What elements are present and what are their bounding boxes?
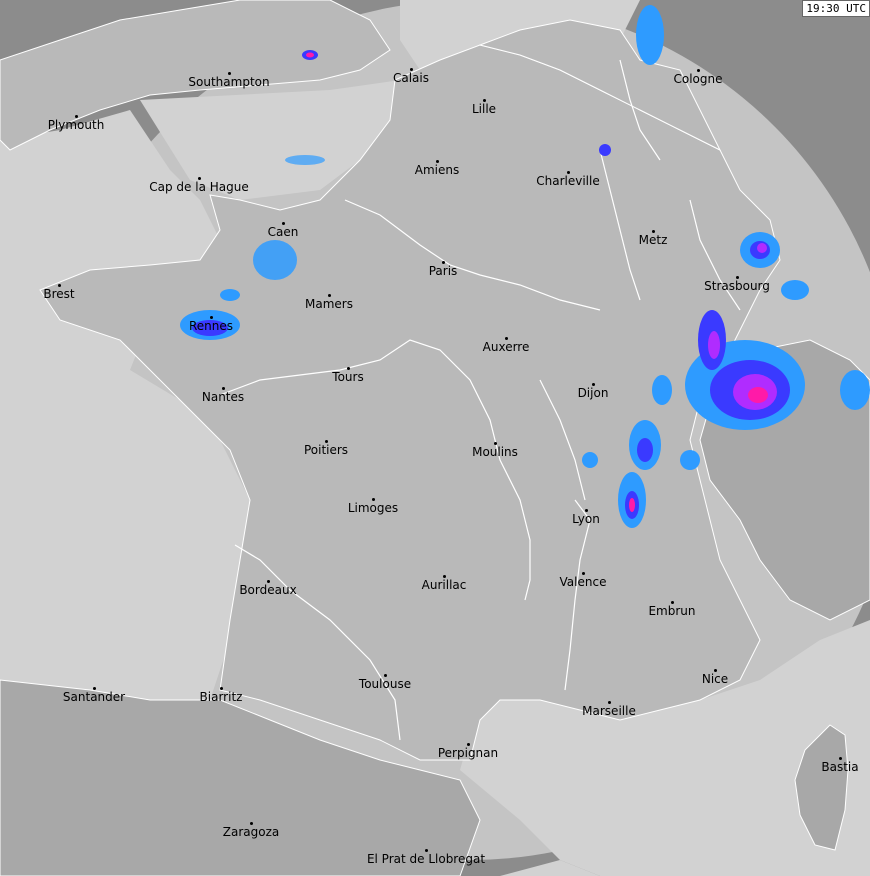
city-label: Paris [428,264,458,278]
city-label: Rennes [188,319,234,333]
city-label: Metz [638,233,668,247]
city-label: Cologne [673,72,723,86]
city-label: Caen [267,225,299,239]
city-label: Embrun [648,604,696,618]
city-label: Auxerre [482,340,530,354]
city-label: Perpignan [437,746,499,760]
city-label: Nice [701,672,729,686]
city-label: Limoges [347,501,399,515]
city-label: Valence [559,575,607,589]
city-label: Strasbourg [704,279,770,293]
city-label: Aurillac [421,578,467,592]
city-label: Dijon [577,386,609,400]
map-base [0,0,870,876]
city-label: Poitiers [303,443,349,457]
city-label: Mamers [305,297,353,311]
city-label: Santander [62,690,126,704]
city-label: Zaragoza [222,825,280,839]
city-label: Cap de la Hague [149,180,249,194]
radar-map[interactable]: Southampton Calais Cologne Plymouth Lille Ami… [0,0,870,876]
timestamp-label: 19:30 UTC [802,0,870,17]
city-label: Charleville [536,174,600,188]
city-label: Tours [332,370,364,384]
city-label: Calais [392,71,430,85]
city-label: Lyon [572,512,600,526]
city-label: Biarritz [199,690,243,704]
city-label: Moulins [472,445,518,459]
city-label: Amiens [414,163,460,177]
city-label: Lille [471,102,497,116]
city-label: Marseille [582,704,636,718]
city-label: Toulouse [358,677,412,691]
city-label: El Prat de Llobregat [366,852,486,866]
city-label: Brest [43,287,75,301]
city-label: Bordeaux [239,583,297,597]
city-label: Nantes [201,390,245,404]
city-label: Plymouth [47,118,105,132]
city-label: Southampton [188,75,270,89]
city-label: Bastia [821,760,859,774]
